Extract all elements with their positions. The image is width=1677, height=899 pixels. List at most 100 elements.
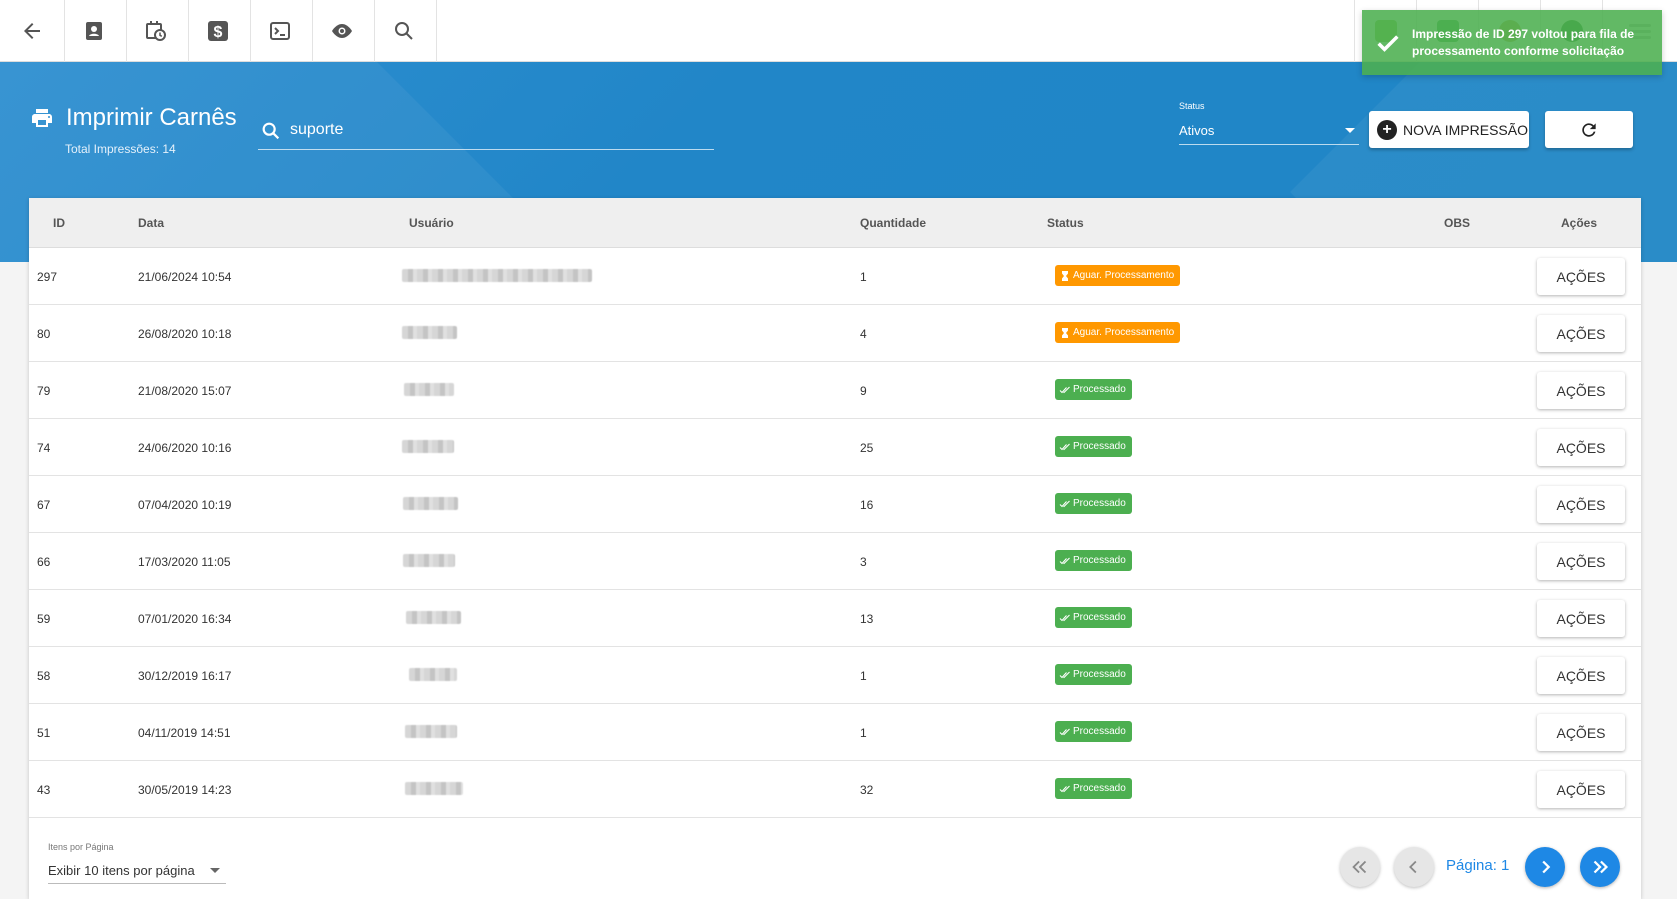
chevron-down-icon bbox=[1345, 128, 1355, 133]
table-row: 66 17/03/2020 11:05 3 Processado AÇÕES bbox=[29, 533, 1641, 590]
prints-table: ID Data Usuário Quantidade Status OBS Aç… bbox=[29, 198, 1641, 899]
column-header-quantidade[interactable]: Quantidade bbox=[860, 216, 926, 230]
cell-id: 43 bbox=[37, 783, 51, 797]
status-badge: Processado bbox=[1055, 379, 1132, 400]
cell-data: 26/08/2020 10:18 bbox=[138, 327, 232, 341]
cell-usuario-redacted bbox=[404, 383, 454, 396]
cell-data: 30/05/2019 14:23 bbox=[138, 783, 232, 797]
hourglass-icon bbox=[1062, 327, 1068, 338]
page-indicator: Página: 1 bbox=[1446, 857, 1510, 874]
printer-icon bbox=[32, 109, 52, 127]
cell-quantidade: 13 bbox=[860, 612, 874, 626]
terminal-button[interactable] bbox=[248, 0, 313, 62]
cell-quantidade: 9 bbox=[860, 384, 867, 398]
total-count: Total Impressões: 14 bbox=[65, 142, 176, 156]
cell-usuario-redacted bbox=[403, 554, 455, 567]
table-row: 67 07/04/2020 10:19 16 Processado AÇÕES bbox=[29, 476, 1641, 533]
row-actions-button[interactable]: AÇÕES bbox=[1537, 543, 1625, 580]
new-print-button[interactable]: + NOVA IMPRESSÃO bbox=[1369, 111, 1529, 148]
row-actions-button[interactable]: AÇÕES bbox=[1537, 372, 1625, 409]
cell-id: 74 bbox=[37, 441, 51, 455]
cell-usuario-redacted bbox=[402, 440, 454, 453]
row-actions-button[interactable]: AÇÕES bbox=[1537, 771, 1625, 808]
status-badge-label: Processado bbox=[1073, 498, 1126, 509]
new-print-label: NOVA IMPRESSÃO bbox=[1403, 121, 1528, 138]
last-page-button[interactable] bbox=[1580, 847, 1620, 887]
toast-message-line2: processamento conforme solicitação bbox=[1412, 43, 1625, 58]
previous-page-button[interactable] bbox=[1394, 847, 1434, 887]
contact-icon bbox=[86, 22, 102, 40]
chevron-down-icon bbox=[210, 868, 220, 873]
row-actions-button[interactable]: AÇÕES bbox=[1537, 486, 1625, 523]
cell-id: 51 bbox=[37, 726, 51, 740]
cell-quantidade: 1 bbox=[860, 669, 867, 683]
cell-usuario-redacted bbox=[405, 782, 463, 795]
cell-data: 21/06/2024 10:54 bbox=[138, 270, 232, 284]
search-button[interactable] bbox=[372, 0, 437, 62]
column-header-id[interactable]: ID bbox=[53, 216, 65, 230]
items-per-page-value: Exibir 10 itens por página bbox=[48, 863, 195, 878]
contacts-button[interactable] bbox=[62, 0, 127, 62]
search-icon bbox=[262, 122, 280, 140]
page-title-group: Imprimir Carnês bbox=[30, 104, 237, 132]
cell-id: 66 bbox=[37, 555, 51, 569]
status-badge: Aguar. Processamento bbox=[1055, 322, 1181, 343]
search-input[interactable] bbox=[290, 116, 690, 144]
status-badge: Processado bbox=[1055, 436, 1132, 457]
table-row: 43 30/05/2019 14:23 32 Processado AÇÕES bbox=[29, 761, 1641, 818]
status-badge-label: Processado bbox=[1073, 384, 1126, 395]
cell-quantidade: 32 bbox=[860, 783, 874, 797]
double-check-icon bbox=[1059, 614, 1070, 621]
cell-usuario-redacted bbox=[409, 668, 457, 681]
row-actions-button[interactable]: AÇÕES bbox=[1537, 429, 1625, 466]
status-badge: Processado bbox=[1055, 550, 1132, 571]
toast-message-line1: Impressão de ID 297 voltou para fila de bbox=[1412, 26, 1635, 41]
double-check-icon bbox=[1059, 785, 1070, 792]
table-row: 59 07/01/2020 16:34 13 Processado AÇÕES bbox=[29, 590, 1641, 647]
cell-quantidade: 4 bbox=[860, 327, 867, 341]
first-page-button[interactable] bbox=[1340, 847, 1380, 887]
next-page-button[interactable] bbox=[1525, 847, 1565, 887]
back-button[interactable] bbox=[0, 0, 65, 62]
terminal-icon bbox=[270, 22, 290, 40]
cell-id: 79 bbox=[37, 384, 51, 398]
check-icon bbox=[1377, 34, 1399, 52]
schedule-button[interactable] bbox=[124, 0, 189, 62]
status-filter-select[interactable]: Ativos bbox=[1179, 115, 1359, 145]
search-field bbox=[258, 110, 714, 150]
status-badge-label: Processado bbox=[1073, 783, 1126, 794]
cell-data: 21/08/2020 15:07 bbox=[138, 384, 232, 398]
column-header-status[interactable]: Status bbox=[1047, 216, 1084, 230]
refresh-button[interactable] bbox=[1545, 111, 1633, 148]
row-actions-button[interactable]: AÇÕES bbox=[1537, 600, 1625, 637]
status-badge-label: Aguar. Processamento bbox=[1073, 270, 1175, 281]
row-actions-button[interactable]: AÇÕES bbox=[1537, 258, 1625, 295]
cell-id: 297 bbox=[37, 270, 58, 284]
column-header-acoes: Ações bbox=[1561, 216, 1598, 230]
row-actions-button[interactable]: AÇÕES bbox=[1537, 657, 1625, 694]
cell-quantidade: 16 bbox=[860, 498, 874, 512]
cell-quantidade: 25 bbox=[860, 441, 874, 455]
table-row: 58 30/12/2019 16:17 1 Processado AÇÕES bbox=[29, 647, 1641, 704]
status-badge-label: Processado bbox=[1073, 555, 1126, 566]
cell-id: 80 bbox=[37, 327, 51, 341]
double-check-icon bbox=[1059, 671, 1070, 678]
finance-button[interactable]: $ bbox=[186, 0, 251, 62]
table-header: ID Data Usuário Quantidade Status OBS Aç… bbox=[29, 198, 1641, 248]
table-row: 51 04/11/2019 14:51 1 Processado AÇÕES bbox=[29, 704, 1641, 761]
status-filter-value: Ativos bbox=[1179, 123, 1215, 138]
cell-quantidade: 3 bbox=[860, 555, 867, 569]
cell-usuario-redacted bbox=[405, 725, 457, 738]
items-per-page-select[interactable]: Exibir 10 itens por página bbox=[48, 854, 226, 884]
success-toast[interactable]: Impressão de ID 297 voltou para fila de … bbox=[1362, 10, 1662, 75]
row-actions-button[interactable]: AÇÕES bbox=[1537, 714, 1625, 751]
column-header-usuario[interactable]: Usuário bbox=[409, 216, 454, 230]
double-chevron-left-icon bbox=[1352, 860, 1367, 874]
cell-data: 30/12/2019 16:17 bbox=[138, 669, 232, 683]
table-row: 79 21/08/2020 15:07 9 Processado AÇÕES bbox=[29, 362, 1641, 419]
view-button[interactable] bbox=[310, 0, 375, 62]
status-badge: Aguar. Processamento bbox=[1055, 265, 1181, 286]
cell-quantidade: 1 bbox=[860, 726, 867, 740]
row-actions-button[interactable]: AÇÕES bbox=[1537, 315, 1625, 352]
column-header-data[interactable]: Data bbox=[138, 216, 164, 230]
